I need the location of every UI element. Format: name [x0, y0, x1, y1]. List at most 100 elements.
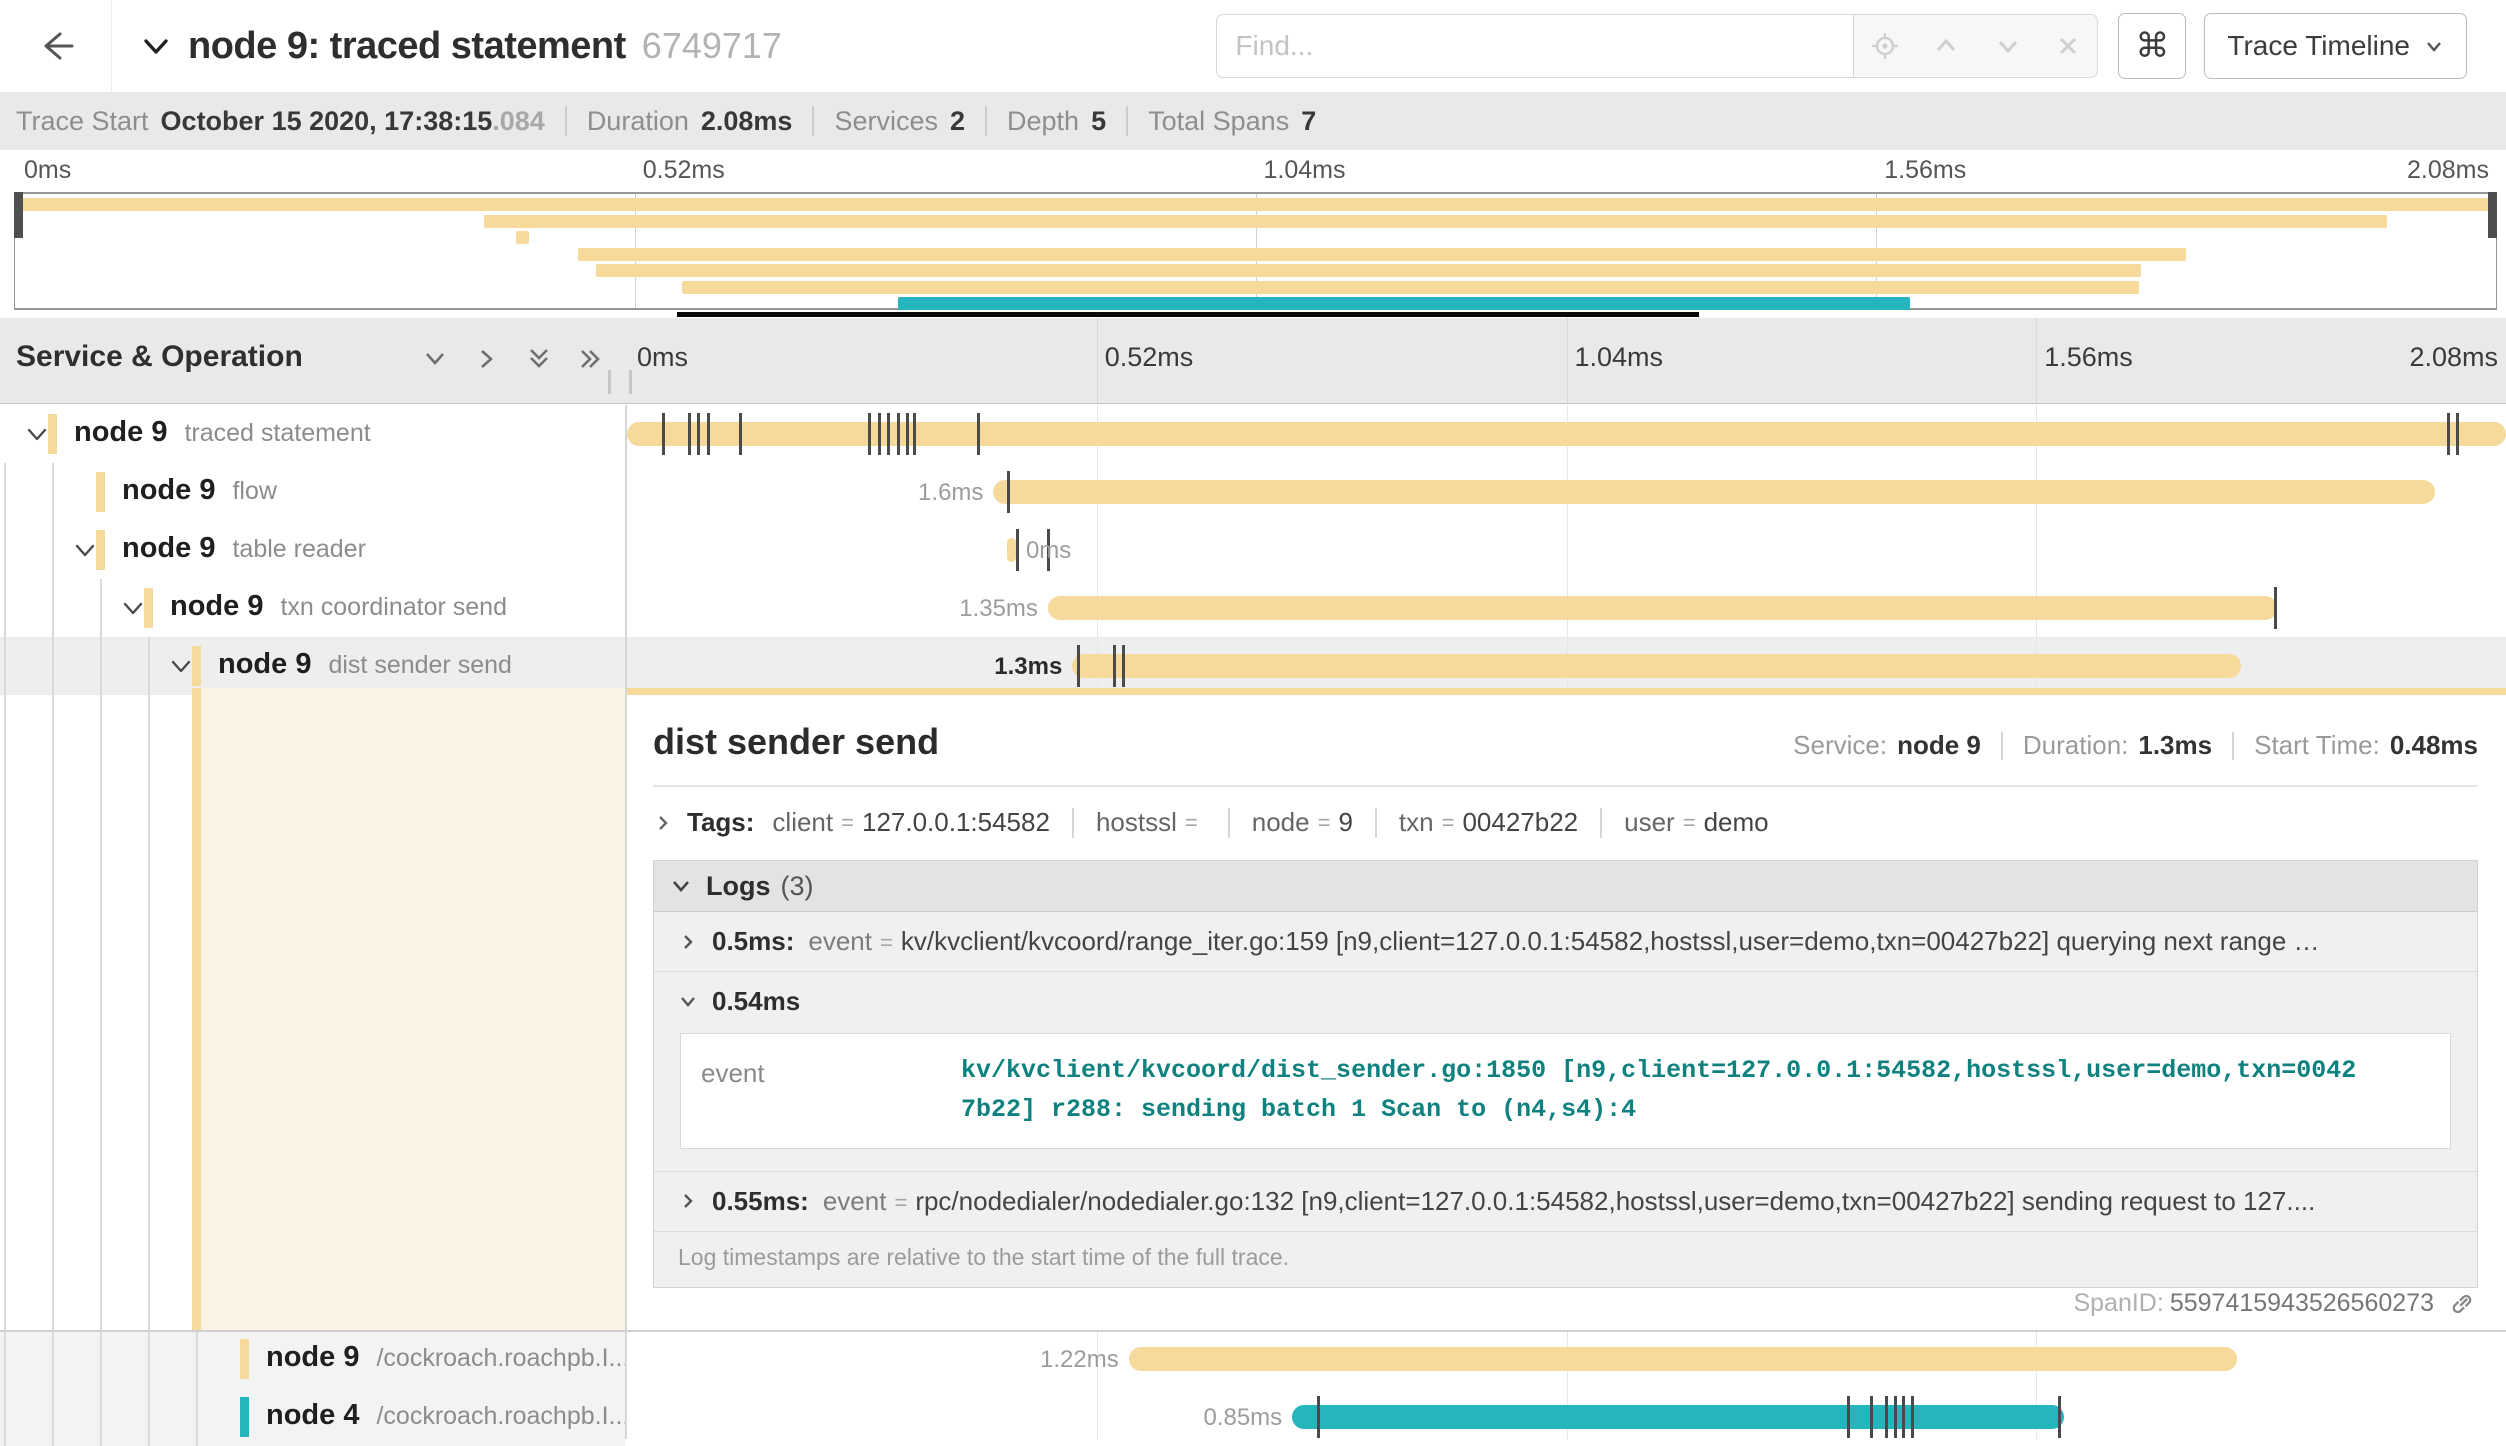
- span-bar-cell[interactable]: 0ms: [627, 521, 2506, 579]
- tag-separator: [1600, 808, 1602, 838]
- log-field-key: event: [701, 1052, 961, 1130]
- service-color-bar: [240, 1339, 249, 1379]
- log-event-tick: [739, 413, 742, 455]
- collapse-one-icon[interactable]: [420, 344, 450, 374]
- top-bar: node 9: traced statement 6749717 ⌘ Trace…: [0, 0, 2506, 93]
- indent-guide: [52, 688, 54, 1330]
- logs-header[interactable]: Logs (3): [654, 861, 2477, 912]
- tag-item[interactable]: client=127.0.0.1:54582: [772, 807, 1050, 838]
- tag-item[interactable]: node=9: [1252, 807, 1353, 838]
- span-duration-bar[interactable]: [1292, 1405, 2064, 1429]
- span-name-cell[interactable]: node 9table reader: [0, 521, 625, 579]
- back-button[interactable]: [0, 0, 112, 92]
- tag-separator: [1072, 808, 1074, 838]
- collapse-trace-icon[interactable]: [140, 30, 172, 62]
- log-entry[interactable]: 0.55ms:event=rpc/nodedialer/nodedialer.g…: [654, 1171, 2477, 1231]
- find-input[interactable]: [1216, 14, 1854, 78]
- chevron-right-icon[interactable]: [678, 932, 698, 952]
- span-name-cell[interactable]: node 9traced statement: [0, 405, 625, 463]
- service-color-bar: [48, 414, 57, 454]
- span-expander-icon[interactable]: [168, 654, 194, 680]
- minimap-tick-labels: 0ms0.52ms1.04ms1.56ms2.08ms: [14, 150, 2497, 192]
- span-bar-cell[interactable]: [627, 405, 2506, 463]
- span-bar-cell[interactable]: 0.85ms: [627, 1388, 2506, 1446]
- log-event-tick: [1870, 1396, 1873, 1438]
- selected-span-gutter: [201, 688, 625, 1330]
- indent-guide: [148, 1330, 150, 1388]
- expand-one-icon[interactable]: [472, 344, 502, 374]
- span-name-cell[interactable]: node 9dist sender send: [0, 637, 625, 695]
- service-name: node 4/cockroach.roachpb.I...: [266, 1399, 625, 1432]
- span-row[interactable]: node 9/cockroach.roachpb.I... 1.22ms: [0, 1330, 2506, 1388]
- span-row[interactable]: node 9traced statement: [0, 405, 2506, 463]
- minimap[interactable]: [14, 192, 2497, 310]
- span-row[interactable]: node 9flow 1.6ms: [0, 463, 2506, 521]
- tag-key: hostssl: [1096, 807, 1177, 838]
- span-row[interactable]: node 9dist sender send1.3ms: [0, 637, 2506, 695]
- span-row[interactable]: node 4/cockroach.roachpb.I...0.85ms: [0, 1388, 2506, 1446]
- tag-item[interactable]: user=demo: [1624, 807, 1768, 838]
- chevron-right-icon[interactable]: [678, 1191, 698, 1211]
- log-event-tick: [1911, 1396, 1914, 1438]
- name-column-divider[interactable]: [625, 405, 627, 1439]
- summary-separator: [812, 106, 814, 136]
- log-timestamp: 0.55ms:: [712, 1186, 809, 1217]
- log-field-table: eventkv/kvclient/kvcoord/dist_sender.go:…: [680, 1033, 2451, 1149]
- span-duration-bar[interactable]: [1048, 596, 2277, 620]
- span-name-cell[interactable]: node 9flow: [0, 463, 625, 521]
- chevron-down-icon[interactable]: [678, 992, 698, 1012]
- link-icon[interactable]: [2448, 1290, 2476, 1318]
- span-bar-cell[interactable]: 1.35ms: [627, 579, 2506, 637]
- minimap-left-handle[interactable]: [14, 192, 23, 238]
- span-duration-bar[interactable]: [1072, 654, 2241, 678]
- operation-name: flow: [232, 477, 276, 505]
- span-name-cell[interactable]: node 9txn coordinator send: [0, 579, 625, 637]
- find-prev-icon[interactable]: [1927, 27, 1965, 65]
- log-event-tick: [662, 413, 665, 455]
- view-select-button[interactable]: Trace Timeline: [2204, 13, 2467, 79]
- minimap-span-bar: [15, 198, 2496, 211]
- collapse-all-icon[interactable]: [524, 344, 554, 374]
- span-expander-icon[interactable]: [24, 422, 50, 448]
- span-row[interactable]: node 9table reader0ms: [0, 521, 2506, 579]
- log-entry[interactable]: 0.5ms:event=kv/kvclient/kvcoord/range_it…: [654, 912, 2477, 971]
- tag-item[interactable]: hostssl=: [1096, 807, 1206, 838]
- span-expander-icon[interactable]: [72, 538, 98, 564]
- log-entry[interactable]: 0.54ms eventkv/kvclient/kvcoord/dist_send…: [654, 971, 2477, 1171]
- summary-label: Services: [834, 106, 938, 137]
- log-event-tick: [1317, 1396, 1320, 1438]
- log-event-tick: [688, 413, 691, 455]
- log-entry-line: 0.54ms: [678, 986, 2453, 1017]
- logs-accordion: Logs (3) 0.5ms:event=kv/kvclient/kvcoord…: [653, 860, 2478, 1288]
- span-name-cell[interactable]: node 4/cockroach.roachpb.I...: [0, 1388, 625, 1446]
- span-name-cell[interactable]: node 9/cockroach.roachpb.I...: [0, 1330, 625, 1388]
- find-next-icon[interactable]: [1989, 27, 2027, 65]
- meta-separator: [2232, 732, 2234, 760]
- tag-item[interactable]: txn=00427b22: [1399, 807, 1578, 838]
- meta-separator: [2001, 732, 2003, 760]
- span-duration-bar[interactable]: [1007, 538, 1016, 562]
- minimap-tick-label: 1.56ms: [1884, 156, 1966, 185]
- span-duration-bar[interactable]: [993, 480, 2434, 504]
- keyboard-shortcuts-button[interactable]: ⌘: [2118, 13, 2186, 79]
- minimap-scroll-indicator[interactable]: [677, 312, 1699, 317]
- timeline-header: Service & Operation 0ms0.52ms1.04ms1.56m…: [0, 318, 2506, 404]
- locate-icon[interactable]: [1866, 27, 1904, 65]
- span-row[interactable]: node 9txn coordinator send 1.35ms: [0, 579, 2506, 637]
- span-duration-label: 1.6ms: [918, 479, 983, 507]
- service-name: node 9txn coordinator send: [170, 590, 507, 623]
- span-duration-label: 1.22ms: [1040, 1346, 1119, 1374]
- minimap-right-handle[interactable]: [2488, 192, 2497, 238]
- tags-row[interactable]: Tags: client=127.0.0.1:54582hostssl=node…: [653, 807, 2478, 838]
- find-controls: [1854, 14, 2098, 78]
- span-bar-cell[interactable]: 1.22ms: [627, 1330, 2506, 1388]
- expand-all-icon[interactable]: [576, 344, 606, 374]
- meta-label: Duration:: [2023, 730, 2129, 761]
- logs-title: Logs: [706, 871, 771, 902]
- span-duration-bar[interactable]: [1129, 1347, 2238, 1371]
- span-bar-cell[interactable]: 1.3ms: [627, 637, 2506, 695]
- span-bar-cell[interactable]: 1.6ms: [627, 463, 2506, 521]
- span-expander-icon[interactable]: [120, 596, 146, 622]
- find-clear-icon[interactable]: [2050, 28, 2086, 64]
- operation-name: /cockroach.roachpb.I...: [376, 1344, 625, 1372]
